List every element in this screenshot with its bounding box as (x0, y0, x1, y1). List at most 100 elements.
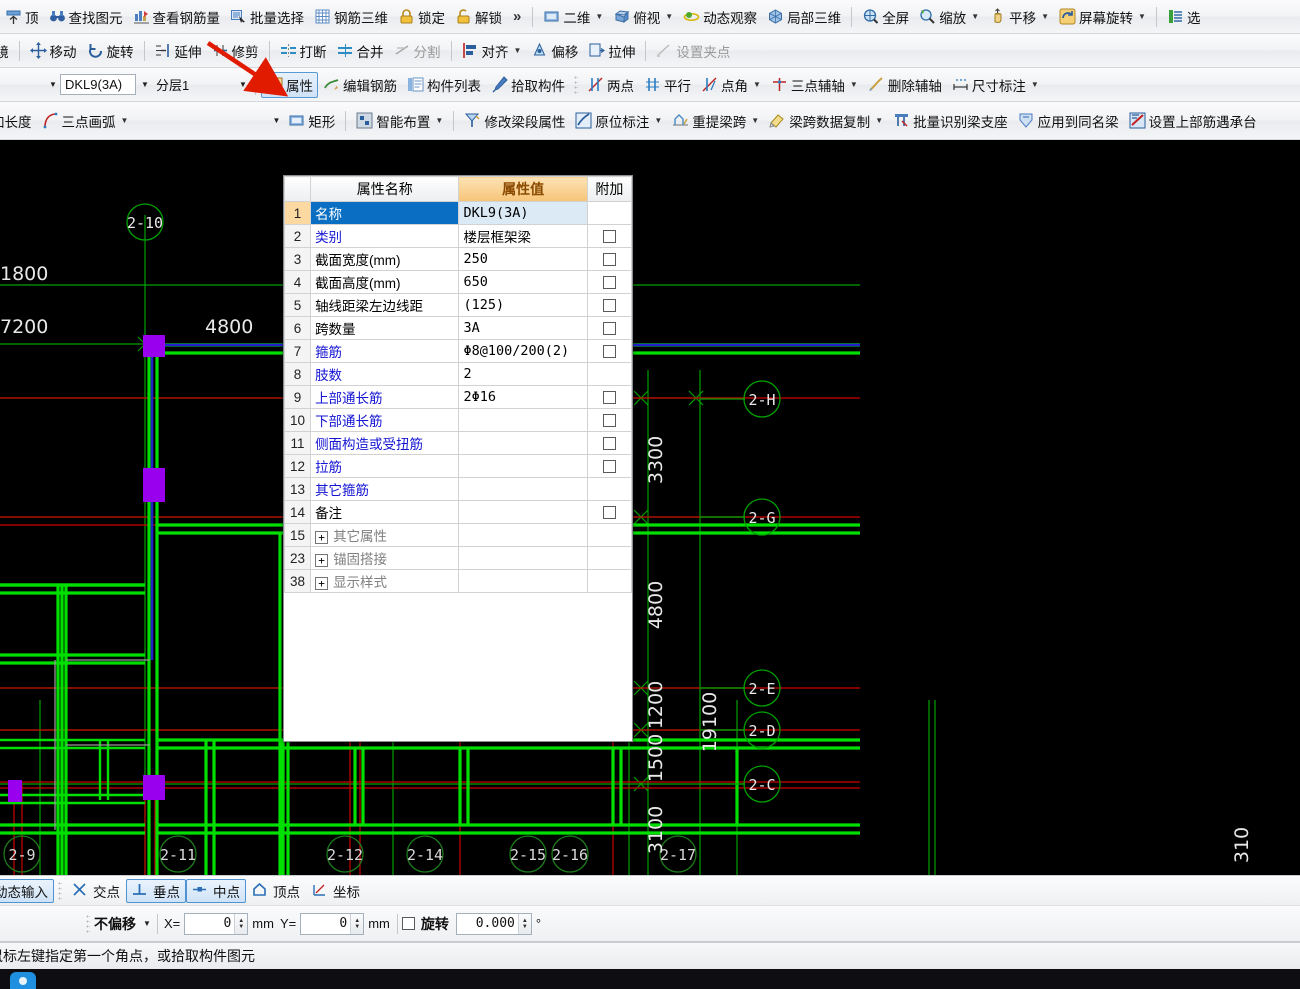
tool-delete-axis[interactable]: 删除辅轴 (863, 72, 947, 98)
rotate-checkbox[interactable] (401, 917, 415, 930)
snap-coordinate[interactable]: 坐标 (306, 879, 366, 903)
table-row[interactable]: 13 其它箍筋 (284, 477, 632, 501)
chevron-down-icon[interactable]: ▼ (269, 116, 283, 125)
chevron-down-icon[interactable]: ▼ (665, 12, 673, 21)
expand-icon[interactable]: + (315, 553, 329, 567)
tool-merge[interactable]: 合并 (332, 38, 389, 64)
property-extra-cell[interactable] (586, 316, 632, 340)
tool-apply-same-name[interactable]: 应用到同名梁 (1013, 108, 1124, 134)
tool-rebar-3d[interactable]: 钢筋三维 (309, 4, 393, 30)
tool-select[interactable]: 选 (1162, 4, 1206, 30)
property-value-cell[interactable] (458, 569, 588, 593)
toolbar-row-edit[interactable]: 镜 移动 旋转 延伸 修剪 打断 合并 (0, 34, 1300, 68)
cad-drawing-canvas[interactable]: 2-H 2-G 2-E 2-D 2-C 2-10 2-9 2-11 2-12 2… (0, 140, 1300, 875)
chevron-down-icon[interactable]: ▼ (138, 80, 152, 89)
table-row[interactable]: 8 肢数 2 (284, 362, 632, 386)
chevron-down-icon[interactable]: ▼ (140, 919, 154, 928)
table-row[interactable]: 11 侧面构造或受扭筋 (284, 431, 632, 455)
tool-edit-beam-segment[interactable]: 修改梁段属性 (459, 108, 570, 134)
chevron-down-icon[interactable]: ▼ (1031, 80, 1039, 89)
tool-top[interactable]: 顶 (0, 4, 44, 30)
table-row[interactable]: 15 + 其它属性 (284, 523, 632, 547)
table-row[interactable]: 7 箍筋 Φ8@100/200(2) (284, 339, 632, 363)
toolbar-row-beam[interactable]: 加长度 三点画弧 ▼ ▼ 矩形 智能布置 ▼ 修改梁段属性 原位标注 (0, 102, 1300, 140)
property-value-cell[interactable]: Φ8@100/200(2) (458, 339, 588, 363)
tool-trim[interactable]: 修剪 (207, 38, 264, 64)
table-row[interactable]: 2 类别 楼层框架梁 (284, 224, 632, 248)
tool-three-point-arc[interactable]: 三点画弧 ▼ (37, 108, 134, 134)
chevron-down-icon[interactable]: ▼ (1138, 12, 1146, 21)
table-row[interactable]: 14 备注 (284, 500, 632, 524)
tool-copy-span-data[interactable]: 梁跨数据复制 ▼ (764, 108, 888, 134)
tool-extend[interactable]: 延伸 (150, 38, 207, 64)
tool-edit-rebar[interactable]: 编辑钢筋 (318, 72, 402, 98)
extra-checkbox[interactable] (602, 253, 616, 267)
tool-batch-identify-support[interactable]: 批量识别梁支座 (888, 108, 1013, 134)
property-extra-cell[interactable] (586, 569, 632, 593)
property-extra-cell[interactable] (586, 293, 632, 317)
toolbar-row-view[interactable]: 顶 查找图元 查看钢筋量 批量选择 钢筋三维 锁定 解锁 » 二维 ▼ 俯视 ▼… (0, 0, 1300, 34)
property-extra-cell[interactable] (586, 247, 632, 271)
taskbar-app-icon[interactable] (10, 972, 36, 989)
property-value-cell[interactable] (458, 500, 588, 524)
snap-toolbar[interactable]: 动态输入 交点 垂点 中点 顶点 坐标 (0, 875, 1300, 906)
property-extra-cell[interactable] (586, 201, 632, 225)
property-extra-cell[interactable] (586, 362, 632, 386)
overflow-chevron-icon[interactable]: » (507, 8, 527, 25)
extra-checkbox[interactable] (602, 276, 616, 290)
expand-icon[interactable]: + (315, 530, 329, 544)
table-row[interactable]: 6 跨数量 3A (284, 316, 632, 340)
layer-combo[interactable]: 分层1 (152, 74, 234, 95)
tool-unlock[interactable]: 解锁 (450, 4, 507, 30)
taskbar[interactable] (0, 969, 1300, 989)
chevron-down-icon[interactable]: ▼ (595, 12, 603, 21)
style-combo[interactable] (157, 110, 267, 131)
tool-zoom[interactable]: 缩放 ▼ (914, 4, 984, 30)
snap-vertex[interactable]: 顶点 (246, 879, 306, 903)
extra-checkbox[interactable] (602, 506, 616, 520)
tool-set-grip[interactable]: 设置夹点 (651, 38, 735, 64)
expand-icon[interactable]: + (315, 576, 329, 590)
property-value-cell[interactable] (458, 477, 588, 501)
tool-in-situ-label[interactable]: 原位标注 ▼ (570, 108, 667, 134)
property-value-cell[interactable]: 3A (458, 316, 588, 340)
tool-reextract-span[interactable]: 重提梁跨 ▼ (667, 108, 764, 134)
property-value-cell[interactable]: 2 (458, 362, 588, 386)
y-input[interactable]: 0 ▲ ▼ (300, 912, 365, 935)
tool-top-view[interactable]: 俯视 ▼ (608, 4, 678, 30)
property-extra-cell[interactable] (586, 270, 632, 294)
tool-point-angle[interactable]: 点角 ▼ (696, 72, 766, 98)
snap-midpoint[interactable]: 中点 (186, 878, 246, 903)
extra-checkbox[interactable] (602, 345, 616, 359)
tool-split[interactable]: 分割 (389, 38, 446, 64)
chevron-down-icon[interactable]: ▼ (850, 80, 858, 89)
tool-screen-rotate[interactable]: 屏幕旋转 ▼ (1054, 4, 1151, 30)
tool-add-length[interactable]: 加长度 (0, 108, 37, 134)
tool-batch-select[interactable]: 批量选择 (225, 4, 309, 30)
property-extra-cell[interactable] (586, 523, 632, 547)
chevron-down-icon[interactable]: ▼ (753, 80, 761, 89)
tool-rectangle[interactable]: 矩形 (283, 108, 340, 134)
property-value-cell[interactable]: (125) (458, 293, 588, 317)
tool-three-point-axis[interactable]: 三点辅轴 ▼ (766, 72, 863, 98)
tool-orbit[interactable]: 动态观察 (678, 4, 762, 30)
property-value-cell[interactable]: 250 (458, 247, 588, 271)
snap-perpendicular[interactable]: 垂点 (126, 878, 186, 903)
tool-align[interactable]: 对齐 ▼ (457, 38, 527, 64)
property-value-cell[interactable]: 楼层框架梁 (458, 224, 588, 248)
properties-panel[interactable]: 属性名称 属性值 附加 1 名称 DKL9(3A) 2 类别 楼层框架梁 3 截面宽度(mm)… (283, 175, 633, 742)
tool-break[interactable]: 打断 (275, 38, 332, 64)
extra-checkbox[interactable] (602, 230, 616, 244)
property-extra-cell[interactable] (586, 408, 632, 432)
table-row[interactable]: 5 轴线距梁左边线距 (125) (284, 293, 632, 317)
tool-view-2d[interactable]: 二维 ▼ (538, 4, 608, 30)
property-value-cell[interactable]: 650 (458, 270, 588, 294)
tool-fullscreen[interactable]: 全屏 (857, 4, 914, 30)
tool-offset[interactable]: 偏移 (526, 38, 583, 64)
snap-intersection[interactable]: 交点 (66, 879, 126, 903)
tool-pan[interactable]: 平移 ▼ (984, 4, 1054, 30)
tool-set-top-rebar[interactable]: 设置上部筋遇承台 (1124, 108, 1262, 134)
table-row[interactable]: 9 上部通长筋 2Φ16 (284, 385, 632, 409)
toolbar-row-component[interactable]: ▼ DKL9(3A) ▼ 分层1 ▼ 属性 编辑钢筋 构件列表 拾取构件 两点 … (0, 68, 1300, 102)
property-value-cell[interactable] (458, 546, 588, 570)
